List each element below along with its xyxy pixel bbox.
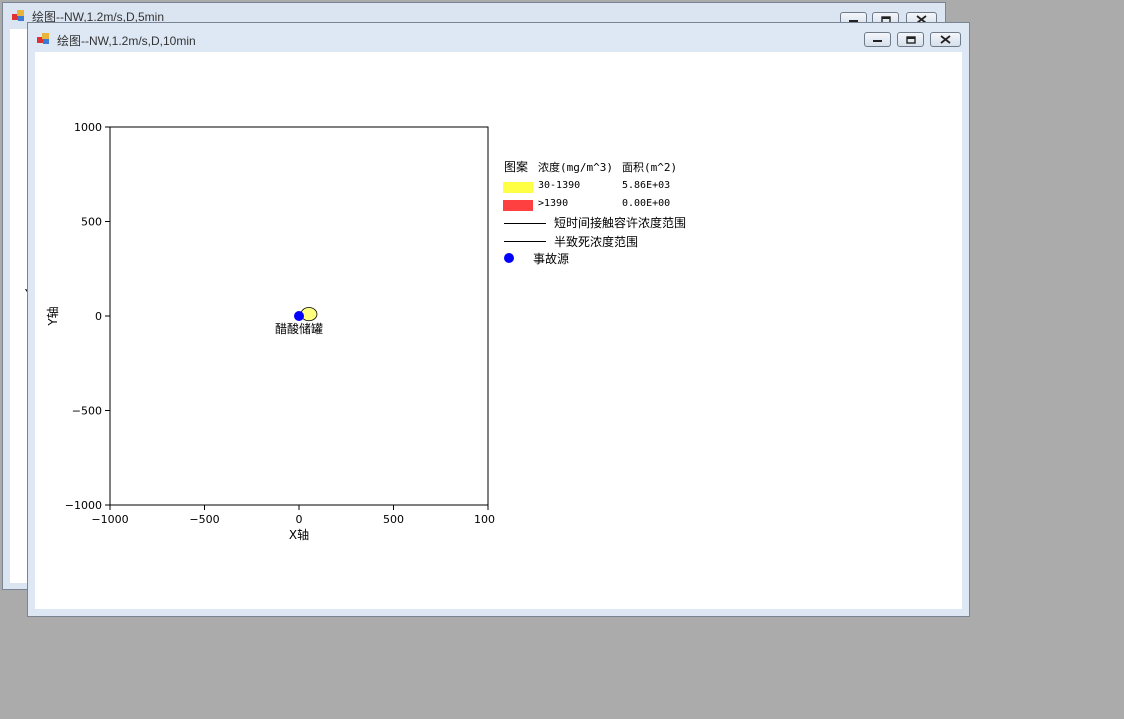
x-tick-label: 0 <box>296 513 303 526</box>
source-annotation: 醋酸储罐 <box>275 321 323 336</box>
app-icon <box>37 33 49 44</box>
legend: 图案 浓度(mg/m^3) 面积(m^2) 30-1390 5.86E+03 >… <box>503 159 763 279</box>
maximize-icon <box>905 35 916 44</box>
x-tick-label: 500 <box>383 513 404 526</box>
legend-area-1: 5.86E+03 <box>622 180 671 191</box>
y-tick-label: 1000 <box>74 121 102 134</box>
legend-swatch-yellow <box>503 182 533 193</box>
legend-range-1: 30-1390 <box>538 180 581 191</box>
legend-header-area: 面积(m^2) <box>622 161 678 174</box>
legend-header-pattern: 图案 <box>504 160 529 174</box>
x-tick-label: −1000 <box>91 513 128 526</box>
x-tick-label: −500 <box>189 513 219 526</box>
legend-line-label-2: 半致死浓度范围 <box>554 235 639 249</box>
legend-header-concentration: 浓度(mg/m^3) <box>538 161 613 174</box>
legend-area-2: 0.00E+00 <box>622 198 671 209</box>
legend-line-lethal <box>504 241 546 242</box>
legend-line-short-term <box>504 223 546 224</box>
minimize-button[interactable] <box>864 32 891 47</box>
legend-source-dot <box>504 253 514 263</box>
y-tick-label: 0 <box>95 310 102 323</box>
x-tick-label: 1000 <box>474 513 495 526</box>
legend-swatch-red <box>503 200 533 211</box>
y-tick-label: 500 <box>81 216 102 229</box>
close-icon <box>940 35 951 44</box>
front-window-titlebar[interactable]: 绘图--NW,1.2m/s,D,10min <box>28 23 969 49</box>
close-button[interactable] <box>930 32 961 47</box>
y-tick-label: −1000 <box>65 499 102 512</box>
source-point <box>294 311 304 321</box>
legend-line-label-1: 短时间接触容许浓度范围 <box>554 216 687 230</box>
front-window[interactable]: 绘图--NW,1.2m/s,D,10min 醋酸储罐 −1000 −500 0 500… <box>27 22 970 617</box>
app-icon <box>12 10 24 21</box>
minimize-icon <box>873 40 882 42</box>
x-axis-label: X轴 <box>289 527 309 542</box>
y-axis-label: Y轴 <box>45 306 60 326</box>
legend-range-2: >1390 <box>538 198 569 209</box>
y-tick-label: −500 <box>72 405 102 418</box>
plot-area: 醋酸储罐 −1000−50005001000−1000−50005001000 … <box>35 52 962 609</box>
front-window-title: 绘图--NW,1.2m/s,D,10min <box>57 34 196 48</box>
maximize-button[interactable] <box>897 32 924 47</box>
concentration-chart: 醋酸储罐 −1000−50005001000−1000−50005001000 … <box>45 121 495 542</box>
legend-source-label: 事故源 <box>533 252 570 266</box>
